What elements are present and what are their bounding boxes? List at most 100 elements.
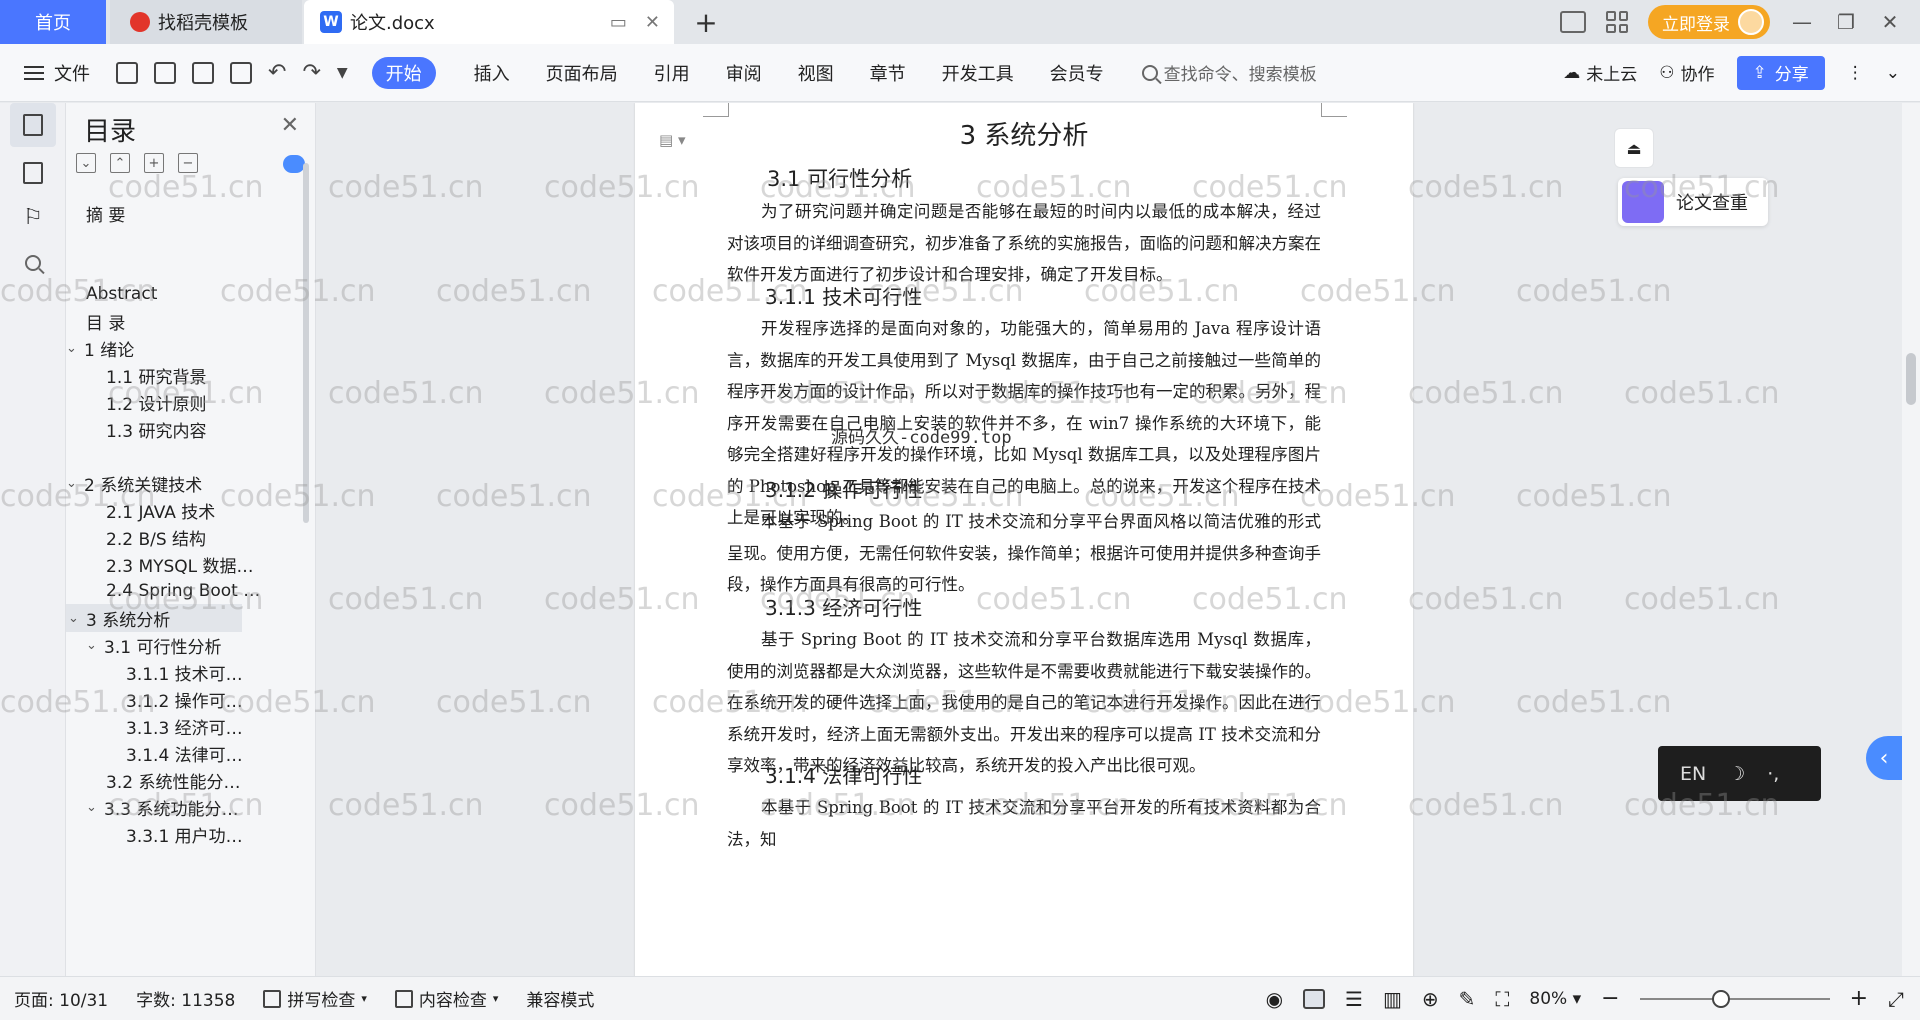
toc-item[interactable]: 3.3.1 用户功… xyxy=(126,820,243,848)
toc-item[interactable]: Abstract xyxy=(86,280,157,308)
zoom-slider[interactable] xyxy=(1639,989,1830,1008)
page-view-icon[interactable] xyxy=(1303,988,1326,1009)
tab-insert[interactable]: 插入 xyxy=(456,57,528,89)
close-window-icon[interactable]: ✕ xyxy=(1878,10,1902,34)
zoom-out-icon[interactable]: − xyxy=(1601,986,1619,1011)
chevron-down-icon[interactable]: ⌄ xyxy=(66,341,84,356)
tab-references[interactable]: 引用 xyxy=(636,57,708,89)
redo-icon[interactable]: ↷ xyxy=(302,60,320,85)
tab-view[interactable]: 视图 xyxy=(780,57,852,89)
tab-member[interactable]: 会员专 xyxy=(1032,57,1122,89)
web-view-icon[interactable]: ⊕ xyxy=(1422,987,1439,1011)
zoom-in-icon[interactable]: + xyxy=(1850,986,1868,1011)
export-icon[interactable] xyxy=(154,61,176,84)
toc-item[interactable]: 3.2 系统性能分… xyxy=(106,766,240,794)
toc-item[interactable]: ⌄ 1 绪论 xyxy=(66,334,134,362)
moon-icon[interactable]: ☽ xyxy=(1728,763,1745,785)
undo-icon[interactable]: ↶ xyxy=(268,60,286,85)
fit-page-icon[interactable]: ⛶ xyxy=(1495,987,1509,1011)
tab-developer[interactable]: 开发工具 xyxy=(924,57,1032,89)
tab-daoke-templates[interactable]: 找稻壳模板 xyxy=(110,0,302,44)
toc-item[interactable]: ⌄ 2 系统关键技术 xyxy=(66,469,202,497)
word-count[interactable]: 字数: 11358 xyxy=(122,986,249,1011)
tab-document[interactable]: W 论文.docx ▭ ✕ xyxy=(304,0,674,44)
fullscreen-icon[interactable]: ⤢ xyxy=(1888,987,1904,1011)
share-button[interactable]: ⇪ 分享 xyxy=(1736,55,1825,90)
toc-item[interactable]: 3.1.1 技术可… xyxy=(126,658,243,686)
spell-check-button[interactable]: 拼写检查 ▾ xyxy=(249,986,381,1011)
print-preview-icon[interactable] xyxy=(230,61,252,84)
find-panel-button[interactable] xyxy=(10,241,56,285)
chevron-down-icon[interactable]: ⌄ xyxy=(68,611,86,626)
toc-item[interactable]: 目 录 xyxy=(86,307,125,335)
toc-item[interactable]: 1.1 研究背景 xyxy=(106,361,206,389)
bookmark-panel-button[interactable]: ⚐ xyxy=(10,195,56,239)
quick-access-more-icon[interactable]: ▼ xyxy=(337,65,348,81)
file-menu[interactable]: 文件 xyxy=(0,57,108,89)
toc-item[interactable]: 摘 要 xyxy=(86,199,125,227)
new-tab-button[interactable]: + xyxy=(690,6,722,39)
toc-item[interactable]: 3.1.4 法律可… xyxy=(126,739,243,767)
apps-grid-icon[interactable] xyxy=(1606,11,1628,33)
toc-close-icon[interactable]: ✕ xyxy=(281,113,299,138)
chevron-down-icon[interactable]: ⌄ xyxy=(86,638,104,653)
toc-scrollbar[interactable] xyxy=(303,163,309,523)
content-check-label: 内容检查 xyxy=(418,991,487,1011)
print-icon[interactable] xyxy=(192,61,214,84)
toc-panel-button[interactable] xyxy=(10,103,56,147)
save-icon[interactable] xyxy=(116,61,138,84)
paper-check-button[interactable]: 论文查重 xyxy=(1618,178,1768,226)
document-page[interactable]: ▤ ▾ 3 系统分析 3.1 可行性分析 为了研究问题并确定问题是否能够在最短的… xyxy=(635,103,1413,976)
ai-assistant-icon[interactable] xyxy=(283,155,305,173)
toc-item[interactable]: 2.2 B/S 结构 xyxy=(106,523,206,551)
toc-item[interactable]: 3.1.3 经济可… xyxy=(126,712,243,740)
collab-button[interactable]: ⚇ 协作 xyxy=(1659,60,1714,86)
toc-item[interactable]: 2.3 MYSQL 数据… xyxy=(106,550,254,578)
zoom-level[interactable]: 80% ▾ xyxy=(1529,989,1581,1009)
tab-page-layout[interactable]: 页面布局 xyxy=(528,57,636,89)
outline-view-icon[interactable]: ☰ xyxy=(1345,987,1363,1011)
toc-item[interactable]: 2.1 JAVA 技术 xyxy=(106,496,215,524)
punctuation-icon[interactable]: ·, xyxy=(1767,763,1779,785)
remove-heading-icon[interactable]: − xyxy=(178,153,198,173)
close-tab-icon[interactable]: ✕ xyxy=(645,12,660,33)
more-options-icon[interactable]: ⋮ xyxy=(1847,63,1864,83)
read-mode-icon[interactable]: ▥ xyxy=(1383,987,1402,1011)
tab-start[interactable]: 开始 xyxy=(371,56,436,89)
vertical-scrollbar[interactable] xyxy=(1902,103,1920,976)
login-button[interactable]: 立即登录 xyxy=(1648,5,1770,39)
page-indicator[interactable]: 页面: 10/31 xyxy=(0,986,122,1011)
tab-review[interactable]: 审阅 xyxy=(708,57,780,89)
toc-item[interactable]: ⌄ 3.3 系统功能分… xyxy=(86,793,238,821)
toc-item[interactable]: 1.3 研究内容 xyxy=(106,415,206,443)
eye-protect-icon[interactable]: ◉ xyxy=(1266,987,1283,1011)
side-panel-toggle[interactable]: ‹ xyxy=(1866,736,1902,780)
toc-item[interactable]: 3.1.2 操作可… xyxy=(126,685,243,713)
add-heading-icon[interactable]: + xyxy=(144,153,164,173)
expand-all-icon[interactable]: ⌄ xyxy=(76,153,96,173)
scrollbar-thumb[interactable] xyxy=(1906,353,1916,405)
tab-home[interactable]: 首页 xyxy=(0,0,106,44)
content-check-button[interactable]: 内容检查 ▾ xyxy=(381,986,513,1011)
toc-item[interactable]: ⌄ 3 系统分析 xyxy=(66,604,242,632)
back-to-top-button[interactable]: ⏏ xyxy=(1614,128,1654,168)
layout-icon[interactable] xyxy=(1560,11,1586,33)
ime-language[interactable]: EN xyxy=(1680,763,1706,785)
tab-sections[interactable]: 章节 xyxy=(852,57,924,89)
toc-item[interactable]: ⌄ 3.1 可行性分析 xyxy=(86,631,221,659)
chevron-down-icon[interactable]: ⌄ xyxy=(86,800,104,815)
annotate-icon[interactable]: ✎ xyxy=(1459,987,1476,1011)
cloud-status-button[interactable]: ☁ 未上云 xyxy=(1563,60,1637,86)
nav-panel-button[interactable] xyxy=(10,151,56,195)
collapse-all-icon[interactable]: ⌃ xyxy=(110,153,130,173)
zoom-slider-knob[interactable] xyxy=(1711,989,1730,1008)
chevron-down-icon[interactable]: ⌄ xyxy=(66,476,84,491)
toc-item[interactable]: 2.4 Spring Boot … xyxy=(106,577,260,605)
restore-icon[interactable]: ❐ xyxy=(1834,10,1858,34)
command-search[interactable]: 查找命令、搜索模板 xyxy=(1141,60,1317,85)
minimize-icon[interactable]: — xyxy=(1790,10,1814,34)
toc-item[interactable]: 1.2 设计原则 xyxy=(106,388,206,416)
ribbon-collapse-icon[interactable]: ⌄ xyxy=(1886,63,1900,83)
screen-cast-icon[interactable]: ▭ xyxy=(610,12,627,33)
ime-toolbar[interactable]: EN ☽ ·, xyxy=(1658,746,1821,801)
